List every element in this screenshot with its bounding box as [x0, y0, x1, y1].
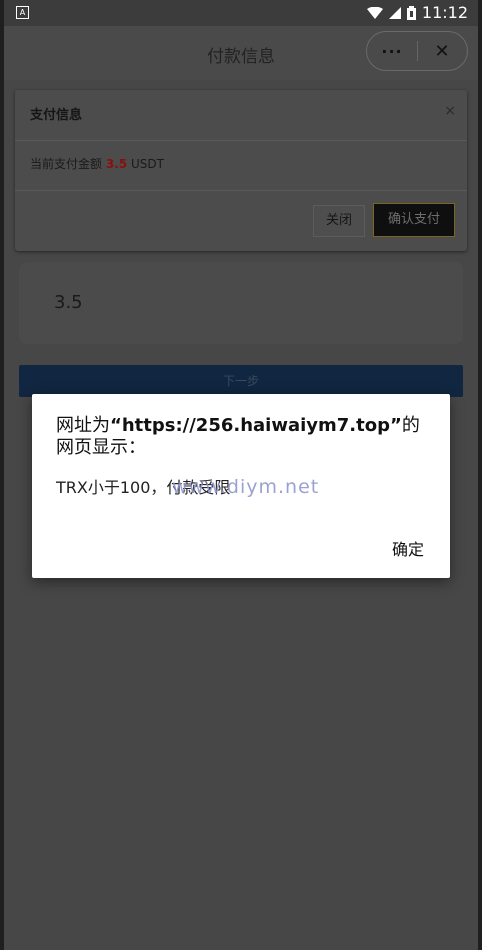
panel-close-icon[interactable]: ×: [444, 103, 456, 119]
alert-ok-button[interactable]: 确定: [392, 536, 424, 560]
currency-label: USDT: [130, 157, 164, 171]
panel-title: 支付信息: [30, 108, 83, 123]
clock-time: 11:12: [421, 3, 468, 22]
status-bar: A 11:12: [4, 0, 478, 26]
close-mini-app-button[interactable]: ✕: [418, 41, 466, 62]
menu-capsule: ··· ✕: [366, 31, 468, 71]
divider: [15, 190, 467, 191]
amount-card[interactable]: 3.5: [19, 262, 463, 344]
alert-title: 网址为“https://256.haiwaiym7.top”的网页显示：: [56, 415, 436, 459]
phone-screen: A 11:12 付款信息 ··· ✕ 3.5 下一步 支付信息 × 当前支付金额…: [4, 0, 478, 950]
payment-amount: 3.5: [105, 157, 128, 171]
amount-prefix: 当前支付金额: [30, 157, 103, 171]
wifi-icon: [366, 6, 383, 19]
battery-icon: [406, 5, 416, 20]
alert-url: “https://256.haiwaiym7.top”: [110, 415, 402, 436]
close-button[interactable]: 关闭: [313, 205, 365, 237]
payment-amount-text: 当前支付金额 3.5 USDT: [30, 155, 164, 172]
status-right-group: 11:12: [366, 3, 468, 22]
signal-icon: [388, 6, 401, 19]
more-button[interactable]: ···: [367, 42, 417, 61]
payment-info-panel: 支付信息 × 当前支付金额 3.5 USDT 关闭 确认支付: [15, 90, 467, 251]
watermark-text: www.diym.net: [172, 476, 320, 498]
navigation-bar: 付款信息 ··· ✕: [4, 26, 478, 80]
alert-title-prefix: 网址为: [56, 415, 110, 436]
alert-dialog: 网址为“https://256.haiwaiym7.top”的网页显示： TRX…: [32, 394, 450, 578]
divider: [15, 140, 467, 141]
amount-value: 3.5: [54, 292, 83, 313]
notification-icon: A: [16, 6, 29, 19]
next-step-button[interactable]: 下一步: [19, 365, 463, 397]
confirm-payment-button[interactable]: 确认支付: [373, 203, 455, 237]
